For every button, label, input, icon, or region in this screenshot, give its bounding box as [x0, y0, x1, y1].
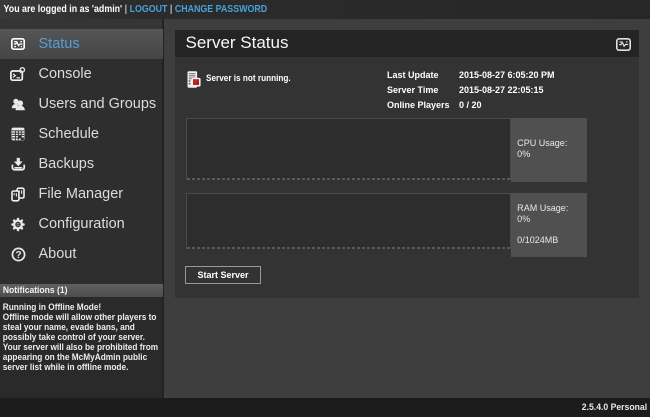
- svg-text:?: ?: [15, 250, 21, 261]
